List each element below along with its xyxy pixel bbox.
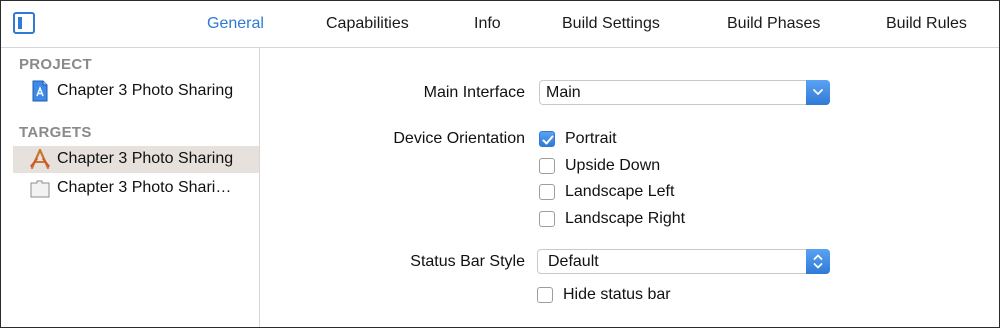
project-targets-sidebar: PROJECT Chapter 3 Photo Sharing TARGETS [1,48,260,327]
sidebar-item-project[interactable]: Chapter 3 Photo Sharing [13,78,259,105]
targets-section-header: TARGETS [19,124,92,141]
tab-build-rules[interactable]: Build Rules [886,15,967,33]
main-interface-label: Main Interface [423,84,525,101]
status-bar-style-select[interactable]: Default [537,249,830,274]
tab-info[interactable]: Info [474,15,501,33]
sidebar-item-app-target[interactable]: Chapter 3 Photo Sharing [13,146,259,173]
chevron-down-icon [806,80,830,105]
checkbox-box[interactable] [537,287,553,303]
app-target-icon [29,148,51,170]
project-file-icon [29,80,51,102]
main-interface-select[interactable]: Main [539,80,830,105]
tab-capabilities[interactable]: Capabilities [326,15,409,33]
tab-general[interactable]: General [207,15,264,33]
checkbox-box[interactable] [539,158,555,174]
chevron-updown-icon [806,249,830,274]
sidebar-item-label: Chapter 3 Photo Shari… [57,179,232,196]
sidebar-item-label: Chapter 3 Photo Sharing [57,82,234,99]
tab-build-settings[interactable]: Build Settings [562,15,660,33]
main-interface-value: Main [546,84,581,101]
editor-tab-bar: General Capabilities Info Build Settings… [1,1,999,48]
sidebar-item-test-target[interactable]: Chapter 3 Photo Shari… [13,175,259,202]
project-section-header: PROJECT [19,56,92,73]
hide-status-bar-label: Hide status bar [563,286,671,303]
orientation-label: Landscape Left [565,183,675,200]
orientation-label: Portrait [565,130,617,147]
tab-build-phases[interactable]: Build Phases [727,15,820,33]
status-bar-style-label: Status Bar Style [410,253,525,270]
checkbox-box[interactable] [539,184,555,200]
sidebar-item-label: Chapter 3 Photo Sharing [57,150,234,167]
project-editor-window: General Capabilities Info Build Settings… [0,0,1000,328]
checkmark-icon[interactable] [539,131,555,147]
checkbox-box[interactable] [539,211,555,227]
test-bundle-icon [29,177,51,199]
sidebar-toggle-icon[interactable] [13,12,35,34]
orientation-label: Landscape Right [565,210,686,227]
device-orientation-label: Device Orientation [393,130,525,147]
orientation-label: Upside Down [565,157,661,174]
general-settings-panel: Main Interface Main Device Orientation P… [260,48,999,327]
status-bar-style-value: Default [548,253,599,270]
